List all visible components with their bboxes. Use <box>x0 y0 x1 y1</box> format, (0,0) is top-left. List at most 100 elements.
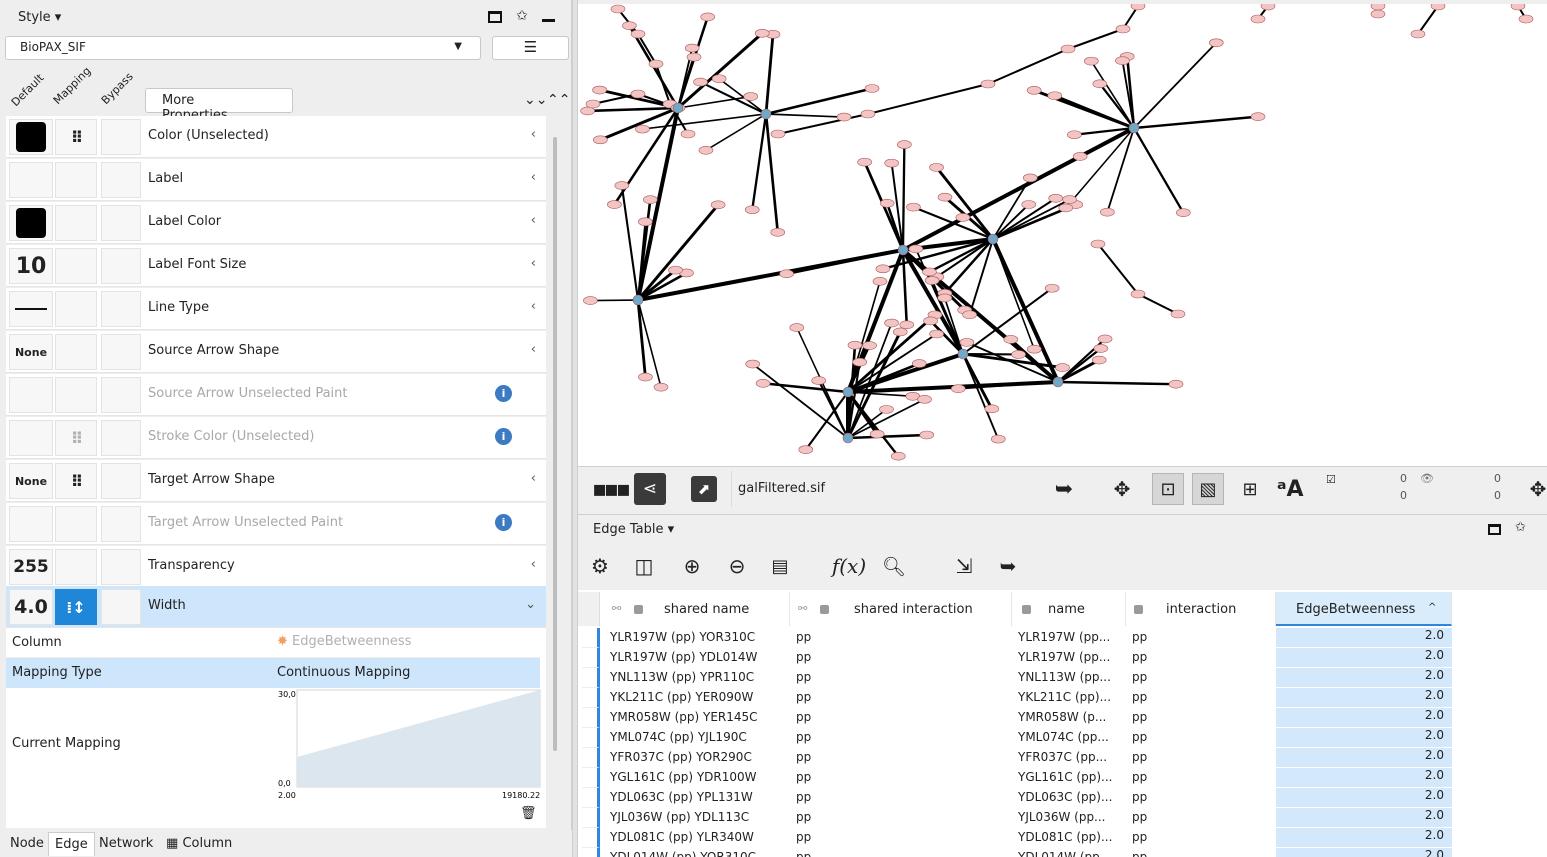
default-value-cell[interactable]: None <box>9 334 53 370</box>
tab-edge[interactable]: Edge <box>48 832 95 856</box>
network-node[interactable] <box>1047 91 1063 101</box>
network-node[interactable] <box>959 338 975 347</box>
network-node[interactable] <box>937 192 953 202</box>
network-node[interactable] <box>1022 173 1038 183</box>
network-node[interactable] <box>984 404 1000 414</box>
chevron-left-icon[interactable]: ‹ <box>531 471 536 486</box>
cell-shared-name[interactable]: YJL036W (pp) YDL113C <box>610 810 749 824</box>
mapping-cell[interactable]: ⠿ <box>55 119 97 155</box>
mapping-graph-svg[interactable]: 30,0 0,0 2.00 19180.22 <box>278 688 542 800</box>
cell-edgebetweenness[interactable]: 2.0 <box>1276 688 1452 707</box>
vertical-scrollbar[interactable] <box>553 137 557 751</box>
network-node[interactable] <box>892 327 908 337</box>
cell-shared-name[interactable]: YDL063C (pp) YPL131W <box>610 790 753 804</box>
network-edge[interactable] <box>637 33 657 65</box>
network-node[interactable] <box>860 109 876 119</box>
network-node[interactable] <box>643 195 658 204</box>
property-row-label-font-size[interactable]: 10 Label Font Size ‹ <box>6 245 546 287</box>
network-node[interactable] <box>879 405 894 414</box>
network-node[interactable] <box>1026 344 1042 354</box>
network-node[interactable] <box>770 129 786 139</box>
network-node[interactable] <box>770 228 786 237</box>
navigate-icon[interactable]: ✥ <box>1522 473 1547 505</box>
network-edge[interactable] <box>765 113 845 118</box>
network-node[interactable] <box>1176 208 1191 218</box>
network-node[interactable] <box>1093 344 1109 353</box>
network-edge[interactable] <box>1067 28 1124 50</box>
cell-shared-name[interactable]: YFR037C (pp) YOR290C <box>610 750 752 764</box>
tab-column[interactable]: ▦ Column <box>160 832 238 856</box>
table-row[interactable]: YDL014W (pp) YOR310C pp YDL014W (pp... pp 2.… <box>578 848 1547 857</box>
cell-edgebetweenness[interactable]: 2.0 <box>1276 648 1452 667</box>
collapse-all-icon[interactable]: ⌄⌄ <box>524 92 547 108</box>
network-edge[interactable] <box>762 382 849 394</box>
cell-shared-interaction[interactable]: pp <box>796 810 811 824</box>
bypass-cell[interactable] <box>101 463 141 499</box>
network-node[interactable] <box>1011 350 1026 359</box>
cell-interaction[interactable]: pp <box>1132 750 1147 764</box>
network-node[interactable] <box>635 124 650 134</box>
network-node[interactable] <box>836 112 852 122</box>
network-node[interactable] <box>908 244 924 254</box>
network-node[interactable] <box>680 129 696 139</box>
cell-name[interactable]: YDL063C (pp)... <box>1018 790 1112 804</box>
hidden-eye-icon[interactable]: 👁 <box>1420 472 1434 485</box>
cell-shared-name[interactable]: YMR058W (pp) YER145C <box>610 710 758 724</box>
network-node[interactable] <box>755 378 771 388</box>
cell-edgebetweenness[interactable]: 2.0 <box>1276 768 1452 787</box>
cell-name[interactable]: YGL161C (pp)... <box>1018 770 1112 784</box>
chevron-left-icon[interactable]: ‹ <box>531 256 536 271</box>
bypass-cell[interactable] <box>101 549 141 585</box>
network-node[interactable] <box>862 341 877 350</box>
network-edge[interactable] <box>655 63 671 105</box>
cell-edgebetweenness[interactable]: 2.0 <box>1276 848 1452 857</box>
mapping-cell[interactable] <box>55 549 97 585</box>
network-node[interactable] <box>686 52 702 62</box>
default-value-cell[interactable]: 255 <box>9 549 53 585</box>
cell-shared-name[interactable]: YML074C (pp) YJL190C <box>610 730 747 744</box>
text-annotation-icon[interactable]: ᵃA <box>1274 473 1306 505</box>
network-edge[interactable] <box>1133 42 1217 129</box>
cell-shared-interaction[interactable]: pp <box>796 850 811 857</box>
network-edge[interactable] <box>1417 5 1439 35</box>
network-node[interactable] <box>672 102 684 114</box>
row-header[interactable] <box>582 768 600 788</box>
network-node[interactable] <box>630 29 646 39</box>
network-edge[interactable] <box>620 185 640 301</box>
table-row[interactable]: YDL081C (pp) YLR340W pp YDL081C (pp)... pp 2… <box>578 828 1547 848</box>
network-node[interactable] <box>1021 200 1037 209</box>
delete-column-icon[interactable]: ⊖ <box>721 550 753 582</box>
row-header[interactable] <box>582 848 600 857</box>
edge-table-title[interactable]: Edge Table ▾ <box>593 522 674 537</box>
cell-shared-interaction[interactable]: pp <box>796 670 811 684</box>
network-node[interactable] <box>1060 44 1076 54</box>
network-node[interactable] <box>1072 152 1088 161</box>
chevron-left-icon[interactable]: ‹ <box>531 299 536 314</box>
cell-shared-name[interactable]: YLR197W (pp) YDL014W <box>610 650 757 664</box>
show-nodes-icon[interactable]: ⊡ <box>1152 473 1184 505</box>
network-node[interactable] <box>585 99 601 109</box>
network-edge[interactable] <box>1097 243 1139 295</box>
mapping-cell[interactable]: ⠿ <box>55 463 97 499</box>
network-node[interactable] <box>1250 112 1266 121</box>
cell-shared-interaction[interactable]: pp <box>796 750 811 764</box>
cell-interaction[interactable]: pp <box>1132 690 1147 704</box>
network-node[interactable] <box>852 357 867 367</box>
property-row-target-arrow-unselected-paint[interactable]: Target Arrow Unselected Paint i <box>6 503 546 545</box>
network-node[interactable] <box>638 372 653 382</box>
chevron-left-icon[interactable]: ‹ <box>531 127 536 142</box>
property-row-label[interactable]: Label ‹ <box>6 159 546 201</box>
network-node[interactable] <box>1062 195 1077 204</box>
mapping-cell[interactable] <box>55 205 97 241</box>
property-row-transparency[interactable]: 255 Transparency ‹ <box>6 546 546 588</box>
network-node[interactable] <box>1055 363 1070 372</box>
network-node[interactable] <box>847 340 863 350</box>
cell-edgebetweenness[interactable]: 2.0 <box>1276 788 1452 807</box>
tab-node[interactable]: Node <box>4 832 50 856</box>
default-value-cell[interactable] <box>9 205 53 241</box>
network-node[interactable] <box>980 79 996 89</box>
cell-edgebetweenness[interactable]: 2.0 <box>1276 748 1452 767</box>
row-header[interactable] <box>582 828 600 848</box>
mapping-column-selector[interactable]: ✸ EdgeBetweenness <box>277 634 411 649</box>
network-node[interactable] <box>1260 4 1276 11</box>
